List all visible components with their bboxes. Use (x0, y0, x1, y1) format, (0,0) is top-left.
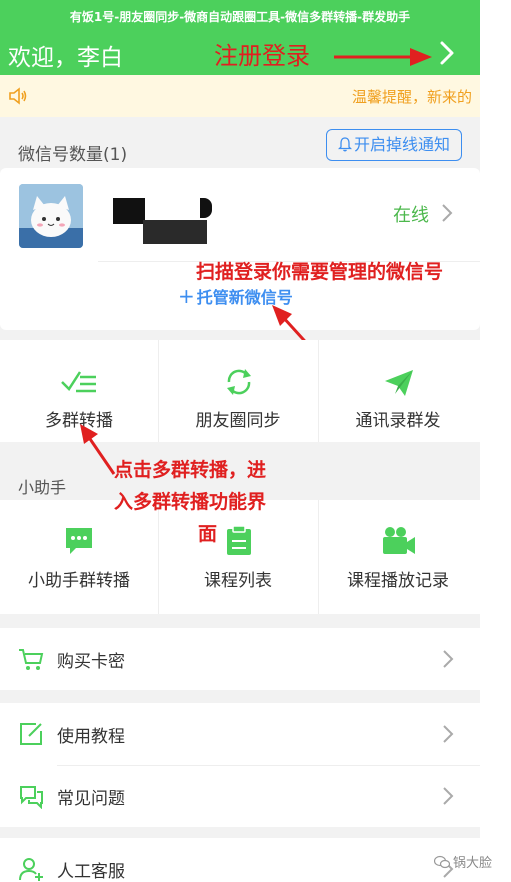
register-login-link[interactable]: 注册登录 (214, 36, 310, 71)
header-bar: 有饭1号-朋友圈同步-微商自动跟圈工具-微信多群转播-群发助手 欢迎，李白 注册… (0, 0, 480, 75)
redacted-name (113, 198, 145, 224)
side-margin (480, 0, 511, 882)
chevron-right-icon[interactable] (440, 202, 454, 224)
contacts-broadcast-label: 通讯录群发 (355, 411, 441, 431)
course-list-label: 课程列表 (204, 571, 272, 591)
edit-icon (20, 723, 42, 745)
redacted-name (200, 198, 212, 218)
annotation-arrow-right (334, 48, 432, 66)
annotation-click-multigroup-1: 点击多群转播，进 (114, 459, 267, 481)
tutorial-label: 使用教程 (57, 727, 125, 747)
annotation-click-multigroup-3: 面 (198, 523, 218, 545)
notice-text: 温馨提醒，新来的 (352, 88, 473, 106)
watermark-text: 锅大脸 (453, 856, 493, 871)
sync-icon (227, 369, 251, 395)
app-title: 有饭1号-朋友圈同步-微商自动跟圈工具-微信多群转播-群发助手 (69, 10, 411, 24)
chevron-right-icon (443, 787, 454, 805)
moments-sync-button[interactable]: 朋友圈同步 (159, 340, 317, 442)
wechat-count-label: 微信号数量(1) (18, 145, 128, 165)
cart-icon (19, 649, 44, 670)
menu-group-support: 人工客服 (0, 838, 480, 882)
buy-card-label: 购买卡密 (57, 652, 125, 672)
clipboard-icon (227, 525, 251, 555)
user-icon (19, 858, 43, 881)
watermark: 锅大脸 (434, 852, 492, 871)
menu-group-help: 使用教程 常见问题 (0, 703, 480, 827)
wechat-logo-icon (434, 855, 450, 869)
assistant-grid: 小助手群转播 课程列表 课程播放记录 (0, 500, 480, 614)
course-list-button[interactable]: 课程列表 (159, 500, 317, 614)
menu-group-buy: 购买卡密 (0, 628, 480, 690)
annotation-click-multigroup-2: 入多群转播功能界 (114, 491, 267, 513)
chat-icon (20, 786, 43, 809)
annotation-scan-login: 扫描登录你需要管理的微信号 (196, 261, 444, 283)
avatar (19, 184, 83, 248)
support-row[interactable]: 人工客服 (0, 838, 480, 882)
online-status: 在线 (393, 205, 429, 226)
annotation-arrow-up (80, 424, 116, 475)
contacts-broadcast-button[interactable]: 通讯录群发 (319, 340, 477, 442)
moments-sync-label: 朋友圈同步 (195, 411, 281, 431)
course-play-history-label: 课程播放记录 (347, 571, 449, 591)
offline-notify-label: 开启掉线通知 (353, 135, 450, 154)
assistant-group-broadcast-label: 小助手群转播 (28, 571, 130, 591)
assistant-group-broadcast-button[interactable]: 小助手群转播 (0, 500, 158, 614)
buy-card-row[interactable]: 购买卡密 (0, 628, 480, 690)
notice-bar: 温馨提醒，新来的 (0, 75, 480, 117)
main-function-grid: 多群转播 朋友圈同步 通讯录群发 (0, 340, 480, 442)
speaker-icon (9, 87, 27, 105)
chevron-right-icon (443, 725, 454, 743)
chat-bubble-icon (66, 528, 92, 554)
support-label: 人工客服 (57, 862, 125, 882)
plus-icon: + (178, 284, 195, 308)
assistant-section-title: 小助手 (18, 478, 67, 497)
redacted-name (143, 220, 207, 244)
faq-label: 常见问题 (57, 789, 125, 809)
video-camera-icon (383, 527, 415, 554)
bell-icon (337, 137, 352, 152)
chevron-right-icon[interactable] (434, 38, 460, 68)
course-play-history-button[interactable]: 课程播放记录 (319, 500, 477, 614)
multi-group-icon (61, 371, 96, 393)
app-screen: 有饭1号-朋友圈同步-微商自动跟圈工具-微信多群转播-群发助手 欢迎，李白 注册… (0, 0, 480, 882)
chevron-right-icon (443, 650, 454, 668)
send-icon (385, 370, 413, 396)
offline-notify-button[interactable]: 开启掉线通知 (326, 129, 462, 161)
tutorial-row[interactable]: 使用教程 (0, 703, 480, 765)
welcome-text: 欢迎，李白 (8, 45, 123, 71)
faq-row[interactable]: 常见问题 (0, 765, 480, 827)
